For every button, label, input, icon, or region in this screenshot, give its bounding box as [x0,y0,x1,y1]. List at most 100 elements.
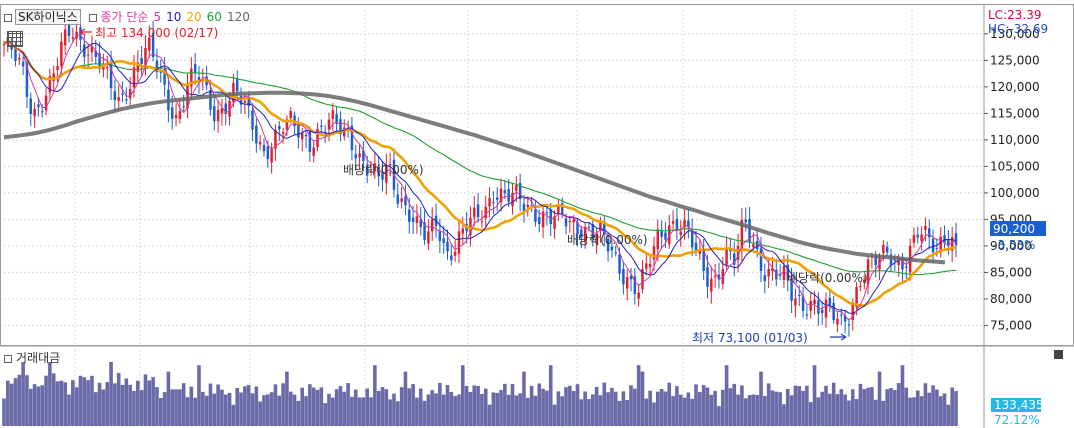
volume-bar [923,383,928,426]
candle-body [664,232,667,240]
volume-bar [904,387,909,426]
volume-bar [273,384,278,426]
candle-body [568,220,572,223]
high-price-label: 최고 134,000 (02/17) [95,26,218,40]
candle-body [476,204,480,218]
candle-body [86,54,90,56]
volume-bar [101,389,106,426]
volume-bar [690,398,694,426]
candle-body [33,108,36,117]
volume-bar [457,394,461,426]
volume-bar [162,392,167,426]
volume-bar [503,383,507,426]
candle-body [920,234,923,242]
volume-bar [139,390,144,426]
volume-bar [506,394,511,426]
candle-body [622,268,625,285]
volume-bar [766,383,771,426]
volume-bar [392,393,396,426]
volume-bar [678,394,683,426]
candle-body [427,231,430,244]
candle-body [415,216,419,223]
collapse-panel-icon[interactable] [1054,350,1063,359]
stock-name[interactable]: SK하이닉스 [15,9,81,25]
candle-body [809,301,812,311]
candle-body [675,218,679,231]
volume-bar [109,362,113,426]
candle-body [488,198,491,207]
volume-bar [185,397,190,426]
candle-body [278,125,281,130]
ma-period-20: 20 [186,10,202,24]
volume-bar [415,397,419,426]
volume-bar [128,384,132,426]
volume-bar [63,382,67,426]
volume-bar [453,396,457,426]
candle-body [79,27,82,41]
candle-body [832,302,835,321]
candle-body [912,235,916,243]
candle-body [713,276,717,278]
y-tick-label: 100,000 [990,186,1040,200]
candle-body [216,109,220,122]
candle-body [824,299,828,318]
y-tick-label: 110,000 [990,133,1040,147]
candle-body [572,219,575,223]
volume-bar [950,387,954,426]
volume-bar [342,391,347,426]
candle-body [117,97,120,101]
volume-bar [954,391,958,426]
current-change-label: -3.53% [993,238,1035,252]
toggle-box[interactable] [89,13,98,22]
candle-body [694,242,698,251]
volume-bar [304,396,308,426]
candle-body [358,153,361,158]
collapse-box[interactable] [4,13,12,22]
volume-bar [411,384,415,426]
volume-bar [889,388,893,426]
volume-bar [583,391,587,426]
candle-body [820,309,824,313]
volume-bar [208,383,213,426]
candle-body [534,209,537,222]
volume-bar [816,397,821,426]
table-grid-icon[interactable] [7,31,23,47]
candle-body [442,238,445,243]
volume-bar [621,391,626,426]
candle-body [526,204,530,208]
candle-body [893,260,897,262]
volume-bar [483,388,488,426]
volume-bar [560,396,565,426]
candle-body [473,207,476,218]
ma-120-line [3,90,946,265]
ma-60-line [3,40,957,276]
volume-bar [938,396,943,426]
volume-title-label: 거래대금 [16,351,61,365]
volume-bar [155,387,159,426]
candle-body [83,44,86,57]
volume-bar [460,365,465,426]
candle-body [29,98,33,115]
candle-body [656,229,660,250]
candle-body [943,235,946,243]
volume-bar [105,382,110,426]
volume-bar [694,384,698,426]
candle-body [503,190,507,194]
volume-bar [468,392,473,426]
y-tick-label: 120,000 [990,80,1040,94]
volume-toggle-box[interactable] [4,354,12,363]
volume-bar [116,372,121,426]
volume-bar [908,397,912,426]
candle-body [450,255,453,261]
volume-bar [686,392,691,426]
y-tick-label: 80,000 [990,292,1032,306]
volume-bar [266,394,270,426]
volume-bar [625,400,629,426]
ma-legend-label: 종가 단순 [100,10,149,24]
volume-bar [487,404,492,426]
candle-body [289,111,292,119]
candle-body [453,251,457,256]
volume-bar [896,383,901,426]
candle-body [140,58,143,65]
volume-bar [223,394,228,426]
